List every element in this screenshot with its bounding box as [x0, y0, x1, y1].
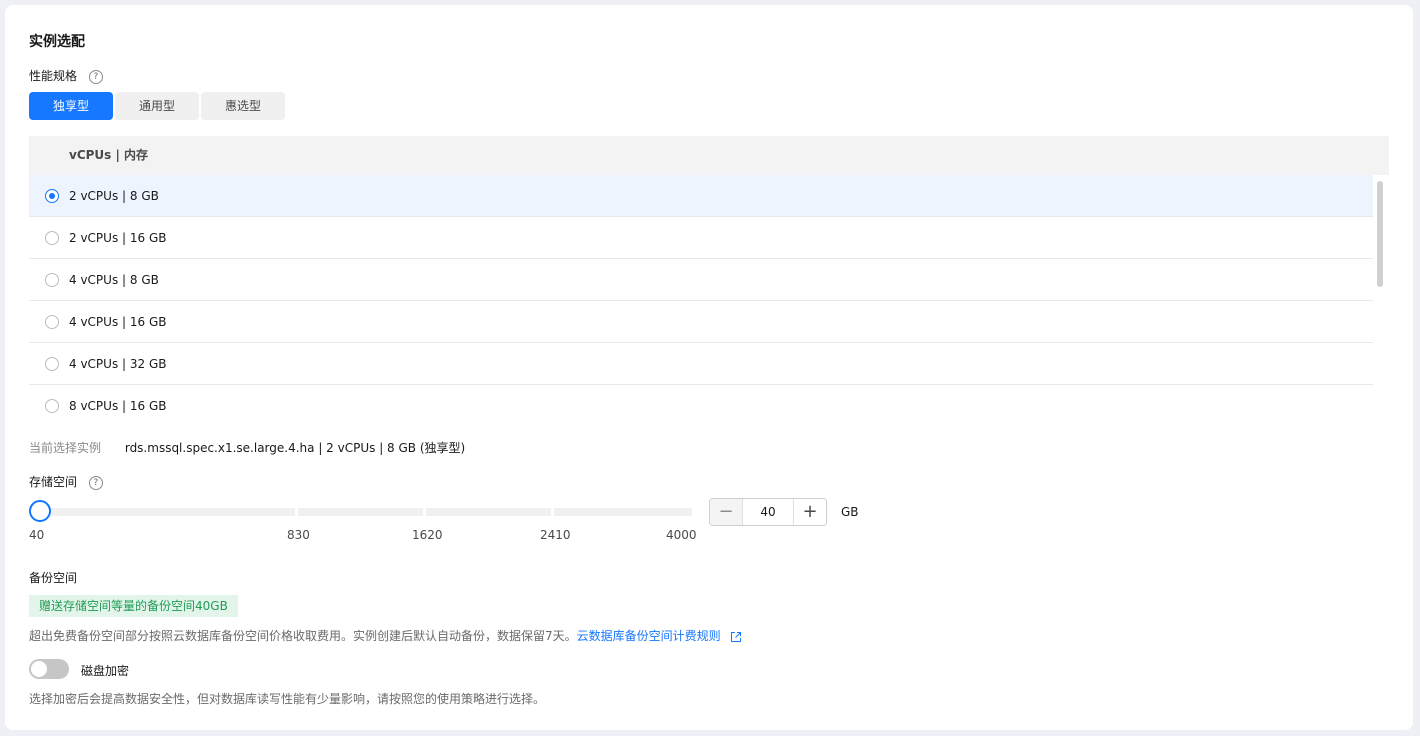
spec-table-header: vCPUs | 内存 — [29, 136, 1389, 175]
slider-tick-label: 40 — [29, 528, 45, 542]
spec-label: 4 vCPUs | 32 GB — [69, 357, 167, 371]
storage-row: 存储空间 ? — [29, 473, 103, 490]
increment-button[interactable]: + — [794, 499, 826, 525]
perf-type-tabs: 独享型 通用型 惠选型 — [29, 92, 285, 120]
storage-slider-thumb[interactable] — [29, 500, 51, 522]
disk-encryption-label: 磁盘加密 — [81, 664, 130, 678]
radio-button[interactable] — [45, 357, 59, 371]
current-selection-label: 当前选择实例 — [29, 441, 102, 455]
slider-tick-label: 830 — [287, 528, 310, 542]
backup-note: 超出免费备份空间部分按照云数据库备份空间价格收取费用。实例创建后默认自动备份，数… — [29, 629, 577, 643]
storage-unit: GB — [841, 505, 859, 519]
spec-label: 2 vCPUs | 16 GB — [69, 231, 167, 245]
spec-label: 8 vCPUs | 16 GB — [69, 399, 167, 413]
backup-note-row: 超出免费备份空间部分按照云数据库备份空间价格收取费用。实例创建后默认自动备份，数… — [29, 627, 742, 644]
spec-row[interactable]: 4 vCPUs | 8 GB — [29, 259, 1373, 301]
tab-general[interactable]: 通用型 — [115, 92, 199, 120]
current-selection: 当前选择实例 rds.mssql.spec.x1.se.large.4.ha |… — [29, 439, 465, 456]
tab-exclusive[interactable]: 独享型 — [29, 92, 113, 120]
spec-row[interactable]: 4 vCPUs | 32 GB — [29, 343, 1373, 385]
spec-table: vCPUs | 内存 2 vCPUs | 8 GB 2 vCPUs | 16 G… — [29, 136, 1389, 418]
spec-row[interactable]: 2 vCPUs | 8 GB — [29, 175, 1373, 217]
backup-badge: 赠送存储空间等量的备份空间40GB — [29, 595, 238, 617]
section-title: 实例选配 — [29, 34, 85, 50]
storage-slider-track[interactable] — [41, 508, 692, 516]
spec-label: 2 vCPUs | 8 GB — [69, 189, 159, 203]
tab-economy[interactable]: 惠选型 — [201, 92, 285, 120]
slider-tick-label: 2410 — [540, 528, 571, 542]
radio-button[interactable] — [45, 273, 59, 287]
spec-row[interactable]: 4 vCPUs | 16 GB — [29, 301, 1373, 343]
current-selection-value: rds.mssql.spec.x1.se.large.4.ha | 2 vCPU… — [124, 441, 466, 455]
help-icon[interactable]: ? — [88, 69, 103, 84]
slider-tick-label: 4000 — [666, 528, 697, 542]
backup-label: 备份空间 — [29, 571, 78, 585]
radio-button[interactable] — [45, 315, 59, 329]
encryption-note: 选择加密后会提高数据安全性，但对数据库读写性能有少量影响，请按照您的使用策略进行… — [29, 692, 546, 706]
instance-config-card: 实例选配 性能规格 ? 独享型 通用型 惠选型 vCPUs | 内存 2 vCP… — [5, 5, 1413, 730]
storage-label: 存储空间 — [29, 475, 78, 489]
spec-label: 4 vCPUs | 16 GB — [69, 315, 167, 329]
storage-input[interactable]: 40 — [742, 499, 794, 525]
perf-spec-row: 性能规格 ? — [29, 67, 103, 84]
external-link-icon[interactable] — [730, 631, 742, 643]
backup-pricing-link[interactable]: 云数据库备份空间计费规则 — [577, 629, 721, 643]
spec-label: 4 vCPUs | 8 GB — [69, 273, 159, 287]
table-scrollbar[interactable] — [1377, 181, 1383, 287]
radio-button[interactable] — [45, 231, 59, 245]
radio-button[interactable] — [45, 399, 59, 413]
spec-row[interactable]: 2 vCPUs | 16 GB — [29, 217, 1373, 259]
perf-spec-label: 性能规格 — [29, 69, 78, 83]
radio-button[interactable] — [45, 189, 59, 203]
slider-tick-label: 1620 — [412, 528, 443, 542]
spec-row[interactable]: 8 vCPUs | 16 GB — [29, 385, 1373, 418]
decrement-button[interactable]: − — [710, 499, 742, 525]
help-icon[interactable]: ? — [88, 475, 103, 490]
disk-encryption-toggle[interactable] — [29, 659, 69, 679]
storage-stepper: − 40 + — [709, 498, 827, 526]
